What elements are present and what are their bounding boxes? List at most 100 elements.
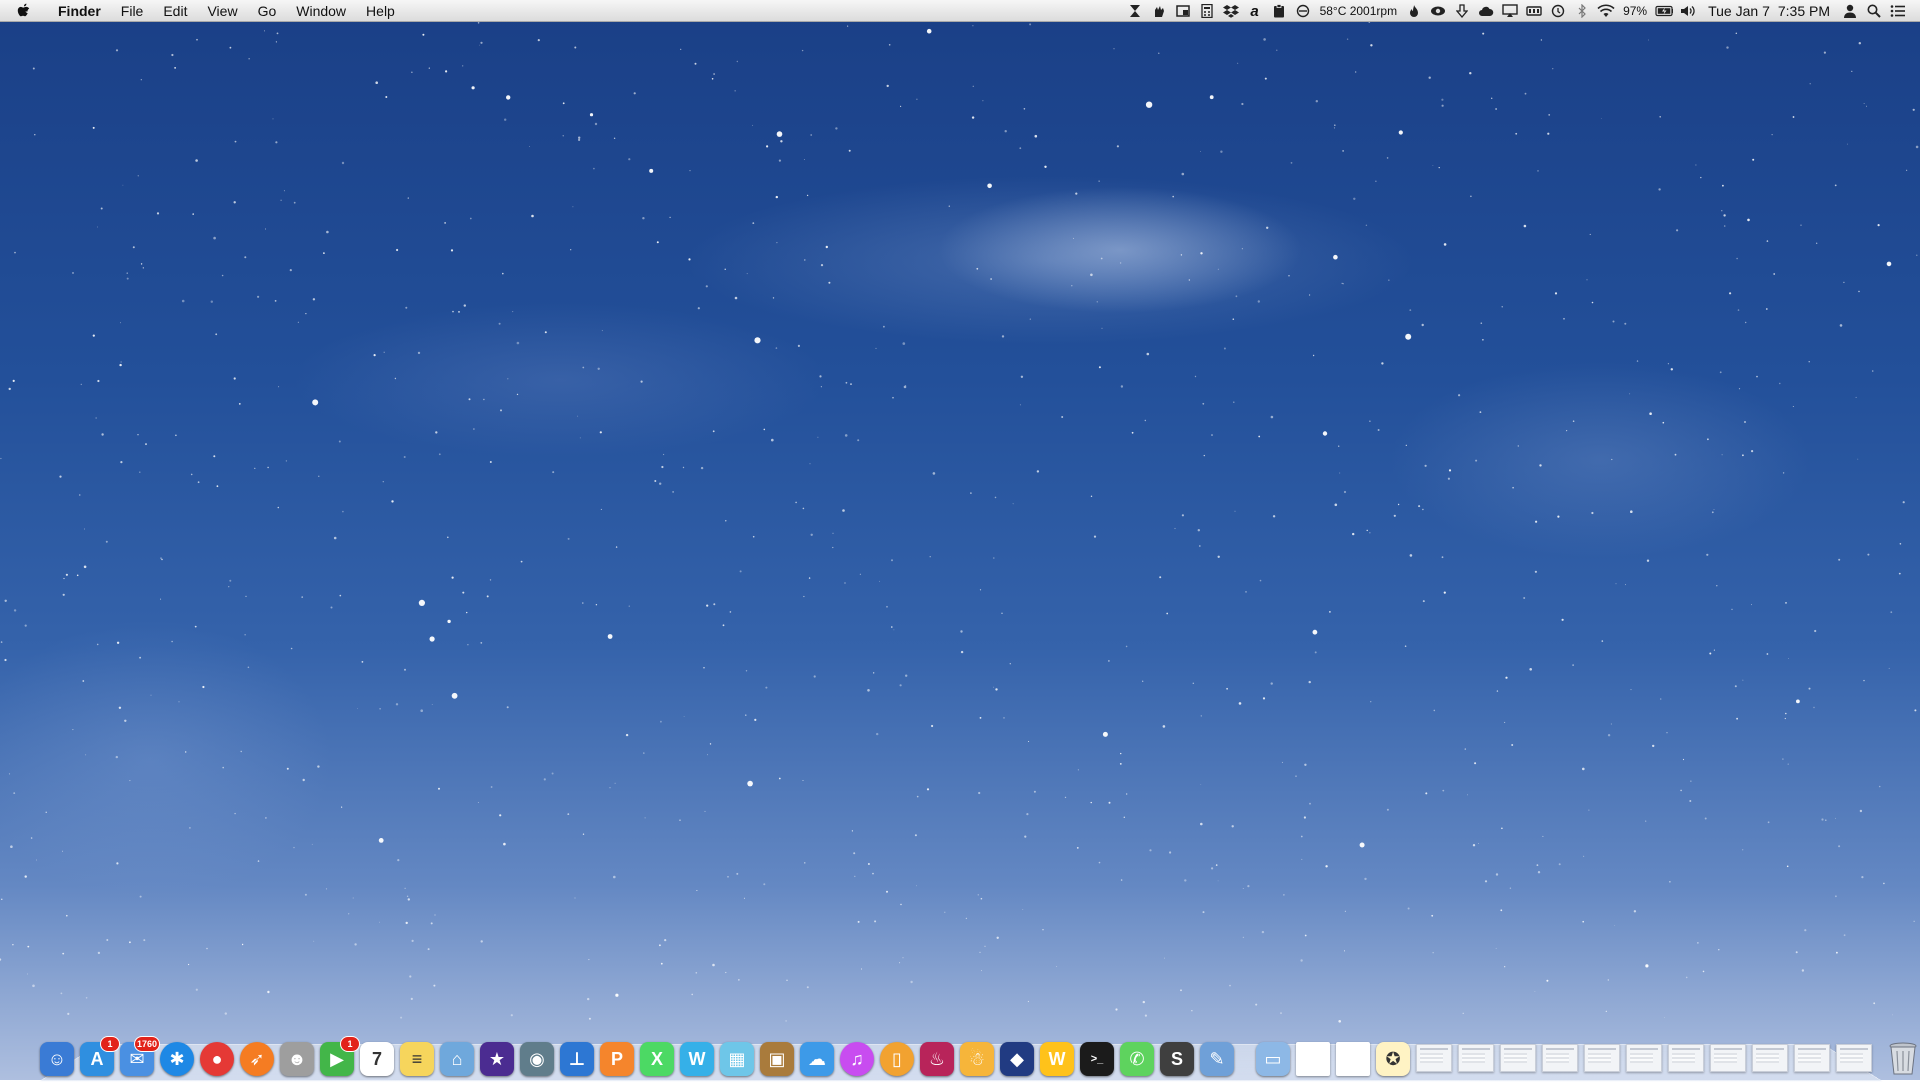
user-icon[interactable] bbox=[1841, 0, 1859, 22]
contacts-icon: ☻ bbox=[287, 1048, 307, 1069]
battery-icon[interactable] bbox=[1655, 0, 1674, 22]
dock-icon-safari[interactable]: ✱ bbox=[160, 1042, 194, 1076]
dashboard-icon: ◆ bbox=[1010, 1048, 1024, 1069]
dock-icon-messages[interactable]: ✆ bbox=[1120, 1042, 1154, 1076]
status-menus: a 58°C 2001rpm 97% Tue Jan 7 7:35 PM bbox=[1123, 0, 1910, 22]
spotlight-search-icon[interactable] bbox=[1865, 0, 1883, 22]
minimized-window-thumbnail[interactable] bbox=[1458, 1044, 1494, 1072]
dock-icon-dashboard[interactable]: ◆ bbox=[1000, 1042, 1034, 1076]
dock-icon-pages[interactable]: P bbox=[600, 1042, 634, 1076]
minimized-window-thumbnail[interactable] bbox=[1626, 1044, 1662, 1072]
menu-go[interactable]: Go bbox=[248, 0, 287, 22]
dock-icon-chrome[interactable]: ● bbox=[200, 1042, 234, 1076]
dock-icon-ibooks[interactable]: ▯ bbox=[880, 1042, 914, 1076]
dock-icon-notes[interactable]: ≡ bbox=[400, 1042, 434, 1076]
eye-icon[interactable] bbox=[1429, 0, 1447, 22]
dock-icon-word[interactable]: W bbox=[680, 1042, 714, 1076]
dock-icon-contacts[interactable]: ☻ bbox=[280, 1042, 314, 1076]
dock-icon-imovie[interactable]: ★ bbox=[480, 1042, 514, 1076]
dock-icon-calendar[interactable]: 7 bbox=[360, 1042, 394, 1076]
word-icon: W bbox=[688, 1048, 706, 1069]
starfield bbox=[0, 21, 1919, 1023]
flame-icon[interactable] bbox=[1405, 0, 1423, 22]
apple-menu-icon[interactable] bbox=[16, 2, 36, 20]
dock-icon-folder[interactable]: ▭ bbox=[1256, 1042, 1290, 1076]
dock-icon-document-2[interactable] bbox=[1336, 1042, 1370, 1076]
dock-icon-keynote[interactable]: ⊥ bbox=[560, 1042, 594, 1076]
dock-icon-final-cut[interactable]: ▦ bbox=[720, 1042, 754, 1076]
archive-utility-icon: ▣ bbox=[768, 1048, 786, 1069]
desktop-wallpaper bbox=[0, 0, 1920, 1080]
dock-icon-rocket[interactable]: ➶ bbox=[240, 1042, 274, 1076]
battery-percent[interactable]: 97% bbox=[1623, 4, 1647, 18]
wunderlist-icon: W bbox=[1048, 1048, 1066, 1069]
dock-icon-facetime[interactable]: ▶ 1 bbox=[320, 1036, 360, 1076]
minimized-window-thumbnail[interactable] bbox=[1584, 1044, 1620, 1072]
notification-center-icon[interactable] bbox=[1889, 0, 1907, 22]
sublime-text-icon: S bbox=[1170, 1048, 1183, 1069]
clipboard-icon[interactable] bbox=[1270, 0, 1288, 22]
dock-icon-app-store[interactable]: A1 bbox=[80, 1036, 120, 1076]
memory-icon[interactable] bbox=[1525, 0, 1543, 22]
dock-icon-image-capture[interactable]: ◉ bbox=[520, 1042, 554, 1076]
messages-icon: ✆ bbox=[1129, 1048, 1145, 1069]
calculator-icon[interactable] bbox=[1198, 0, 1216, 22]
dock-icon-preview[interactable]: ⌂ bbox=[440, 1042, 474, 1076]
calendar-icon: 7 bbox=[371, 1048, 382, 1069]
chrome-icon: ● bbox=[211, 1048, 223, 1069]
menu-edit[interactable]: Edit bbox=[153, 0, 197, 22]
rocket-icon: ➶ bbox=[249, 1048, 265, 1069]
terminal-icon: >_ bbox=[1090, 1053, 1104, 1065]
hourglass-icon[interactable] bbox=[1126, 0, 1144, 22]
hand-icon[interactable] bbox=[1150, 0, 1168, 22]
volume-icon[interactable] bbox=[1679, 0, 1697, 22]
dock-icon-xcode[interactable]: ✎ bbox=[1200, 1042, 1234, 1076]
app-menu-finder[interactable]: Finder bbox=[48, 0, 111, 22]
clock-time[interactable]: 7:35 PM bbox=[1778, 3, 1830, 19]
dock-icon-itunes[interactable]: ♫ bbox=[840, 1042, 874, 1076]
dropbox-icon[interactable] bbox=[1222, 0, 1240, 22]
trash-icon[interactable] bbox=[1888, 1042, 1918, 1076]
minimized-window-thumbnail[interactable] bbox=[1836, 1044, 1872, 1072]
temperature-fan-readout[interactable]: 58°C 2001rpm bbox=[1320, 4, 1398, 18]
minimized-window-thumbnail[interactable] bbox=[1710, 1044, 1746, 1072]
minimized-window-thumbnail[interactable] bbox=[1500, 1044, 1536, 1072]
dock: ☺ A 1 ✉ 1760 ✱ ● ➶ ☻ ▶ 1 7 ≡ ⌂ ★ ◉ ⊥ P X W ▦ ▣ ☁ ♫ ▯ ♨ ☃ ◆ W >_ ✆ S ✎ ▭ ✪ bbox=[40, 1030, 1917, 1076]
no-sleep-icon[interactable] bbox=[1294, 0, 1312, 22]
dock-icon-cyberduck[interactable]: ✪ bbox=[1376, 1042, 1410, 1076]
dock-icon-flame[interactable]: ♨ bbox=[920, 1042, 954, 1076]
cloud-icon[interactable] bbox=[1477, 0, 1495, 22]
dock-icon-archive-utility[interactable]: ▣ bbox=[760, 1042, 794, 1076]
minimized-window-thumbnail[interactable] bbox=[1542, 1044, 1578, 1072]
minimized-window-thumbnail[interactable] bbox=[1416, 1044, 1452, 1072]
dock-icon-snowman[interactable]: ☃ bbox=[960, 1042, 994, 1076]
dock-icon-cloud[interactable]: ☁ bbox=[800, 1042, 834, 1076]
keynote-icon: ⊥ bbox=[568, 1048, 586, 1069]
menu-help[interactable]: Help bbox=[356, 0, 405, 22]
download-icon[interactable] bbox=[1453, 0, 1471, 22]
menu-view[interactable]: View bbox=[197, 0, 247, 22]
notification-badge: 1760 bbox=[133, 1036, 160, 1052]
dock-icon-wunderlist[interactable]: W bbox=[1040, 1042, 1074, 1076]
minimized-window-thumbnail[interactable] bbox=[1668, 1044, 1704, 1072]
cloud-icon: ☁ bbox=[808, 1048, 826, 1069]
dock-icon-terminal[interactable]: >_ bbox=[1080, 1042, 1114, 1076]
menu-window[interactable]: Window bbox=[286, 0, 356, 22]
dock-icon-finder[interactable]: ☺ bbox=[40, 1042, 74, 1076]
menu-file[interactable]: File bbox=[111, 0, 154, 22]
dock-icon-document[interactable] bbox=[1296, 1042, 1330, 1076]
time-machine-icon[interactable] bbox=[1549, 0, 1567, 22]
preview-icon: ⌂ bbox=[451, 1048, 463, 1069]
window-manager-icon[interactable] bbox=[1174, 0, 1192, 22]
clock-date[interactable]: Tue Jan 7 bbox=[1708, 3, 1770, 19]
dock-icon-mail[interactable]: ✉ 1760 bbox=[120, 1036, 160, 1076]
airplay-icon[interactable] bbox=[1501, 0, 1519, 22]
minimized-window-thumbnail[interactable] bbox=[1752, 1044, 1788, 1072]
finder-icon: ☺ bbox=[47, 1048, 67, 1069]
dock-icon-sublime-text[interactable]: S bbox=[1160, 1042, 1194, 1076]
bluetooth-icon[interactable] bbox=[1573, 0, 1591, 22]
alfred-icon[interactable]: a bbox=[1246, 0, 1264, 22]
dock-icon-numbers[interactable]: X bbox=[640, 1042, 674, 1076]
wifi-icon[interactable] bbox=[1597, 0, 1615, 22]
minimized-window-thumbnail[interactable] bbox=[1794, 1044, 1830, 1072]
